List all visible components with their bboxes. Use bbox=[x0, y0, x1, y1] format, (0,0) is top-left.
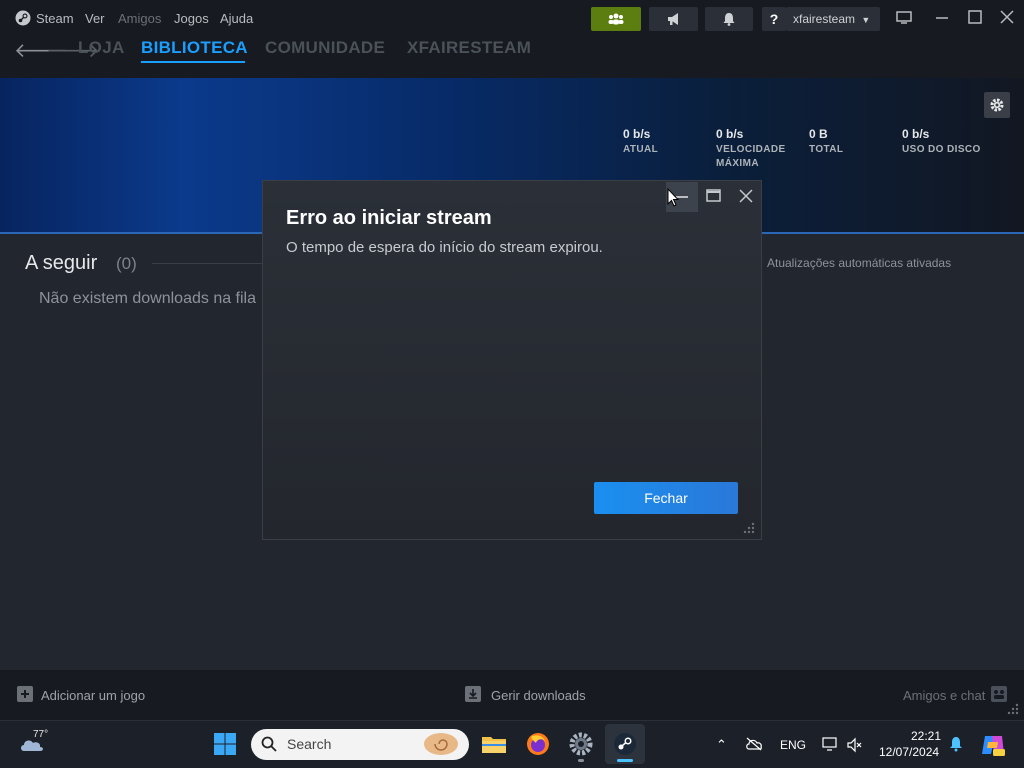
steam-window: Steam Ver Amigos Jogos Ajuda ? xfaireste… bbox=[0, 0, 1024, 720]
steam-app-icon bbox=[614, 733, 636, 755]
clock-time[interactable]: 22:21 bbox=[911, 729, 941, 743]
firefox-icon[interactable] bbox=[525, 731, 551, 757]
stat-current-value: 0 b/s bbox=[623, 127, 651, 141]
maximize-icon[interactable] bbox=[966, 8, 984, 26]
windows-start-icon[interactable] bbox=[213, 732, 237, 756]
dialog-maximize-icon[interactable] bbox=[704, 186, 724, 206]
nautilus-shell-icon bbox=[424, 733, 458, 755]
stat-peak-value: 0 b/s bbox=[716, 127, 744, 141]
menu-ver[interactable]: Ver bbox=[85, 11, 105, 26]
empty-queue-message: Não existem downloads na fila bbox=[39, 290, 257, 307]
section-count: (0) bbox=[116, 254, 137, 273]
friends-button[interactable] bbox=[591, 7, 641, 31]
file-explorer-icon[interactable] bbox=[481, 731, 507, 757]
manage-downloads-button[interactable]: Gerir downloads bbox=[491, 688, 586, 703]
menu-ajuda[interactable]: Ajuda bbox=[220, 11, 253, 26]
copilot-icon[interactable] bbox=[980, 732, 1006, 758]
chat-icon[interactable] bbox=[991, 686, 1007, 702]
friends-chat-button[interactable]: Amigos e chat bbox=[903, 688, 985, 703]
stat-total-value: 0 B bbox=[809, 127, 828, 141]
dialog-close-icon[interactable] bbox=[736, 186, 756, 206]
active-tab-indicator bbox=[141, 61, 245, 63]
add-icon bbox=[17, 686, 33, 702]
help-button[interactable]: ? bbox=[762, 7, 786, 31]
settings-app-icon[interactable] bbox=[568, 731, 594, 757]
stat-current-label: ATUAL bbox=[623, 144, 659, 155]
chevron-up-icon[interactable]: ⌃ bbox=[716, 737, 727, 753]
search-icon bbox=[261, 736, 277, 752]
auto-updates-status[interactable]: Atualizações automáticas ativadas bbox=[767, 256, 951, 270]
menu-amigos[interactable]: Amigos bbox=[118, 11, 161, 26]
running-indicator bbox=[578, 759, 584, 762]
input-language[interactable]: ENG bbox=[780, 738, 806, 752]
section-title: A seguir bbox=[25, 252, 98, 274]
dialog-title: Erro ao iniciar stream bbox=[286, 207, 492, 229]
menu-steam[interactable]: Steam bbox=[36, 11, 74, 26]
stat-disk-value: 0 b/s bbox=[902, 127, 930, 141]
username-label: xfairesteam bbox=[793, 12, 856, 26]
active-indicator bbox=[617, 759, 633, 762]
menu-jogos[interactable]: Jogos bbox=[174, 11, 209, 26]
stat-peak-label: VELOCIDADE MÁXIMA bbox=[716, 144, 786, 169]
gear-icon bbox=[990, 98, 1004, 112]
volume-muted-icon[interactable] bbox=[846, 737, 862, 753]
tab-loja[interactable]: LOJA bbox=[78, 38, 125, 58]
notification-bell-icon[interactable] bbox=[949, 736, 963, 752]
close-button[interactable]: Fechar bbox=[594, 482, 738, 514]
onedrive-offline-icon[interactable] bbox=[745, 737, 763, 751]
announcements-button[interactable] bbox=[649, 7, 698, 31]
clock-date[interactable]: 12/07/2024 bbox=[879, 745, 939, 759]
search-placeholder: Search bbox=[287, 736, 332, 752]
minimize-icon[interactable] bbox=[933, 8, 951, 26]
megaphone-icon bbox=[667, 13, 678, 25]
weather-temperature: 77° bbox=[33, 729, 49, 740]
settings-button[interactable] bbox=[984, 92, 1010, 118]
add-game-button[interactable]: Adicionar um jogo bbox=[41, 688, 145, 703]
chevron-down-icon: ▼ bbox=[861, 15, 871, 25]
section-divider bbox=[152, 263, 272, 264]
stat-total-label: TOTAL bbox=[809, 144, 844, 155]
dialog-message: O tempo de espera do início do stream ex… bbox=[286, 239, 603, 256]
steam-logo-icon[interactable] bbox=[15, 10, 31, 26]
mouse-cursor-icon bbox=[667, 188, 679, 207]
big-picture-icon[interactable] bbox=[895, 8, 913, 26]
tab-comunidade[interactable]: COMUNIDADE bbox=[265, 38, 385, 58]
close-icon[interactable] bbox=[998, 8, 1016, 26]
tab-biblioteca[interactable]: BIBLIOTECA bbox=[141, 38, 248, 58]
stat-disk-label: USO DO DISCO bbox=[902, 144, 981, 155]
dialog-resize-grip-icon[interactable] bbox=[742, 521, 756, 535]
resize-grip-icon[interactable] bbox=[1006, 702, 1020, 716]
download-icon bbox=[465, 686, 481, 702]
network-icon[interactable] bbox=[822, 736, 838, 752]
user-menu-button[interactable]: xfairesteam ▼ bbox=[786, 7, 880, 31]
notifications-button[interactable] bbox=[705, 7, 753, 31]
bell-icon bbox=[723, 13, 735, 26]
windows-taskbar bbox=[0, 720, 1024, 768]
tab-profile[interactable]: XFAIRESTEAM bbox=[407, 38, 531, 58]
friends-icon bbox=[608, 13, 624, 25]
